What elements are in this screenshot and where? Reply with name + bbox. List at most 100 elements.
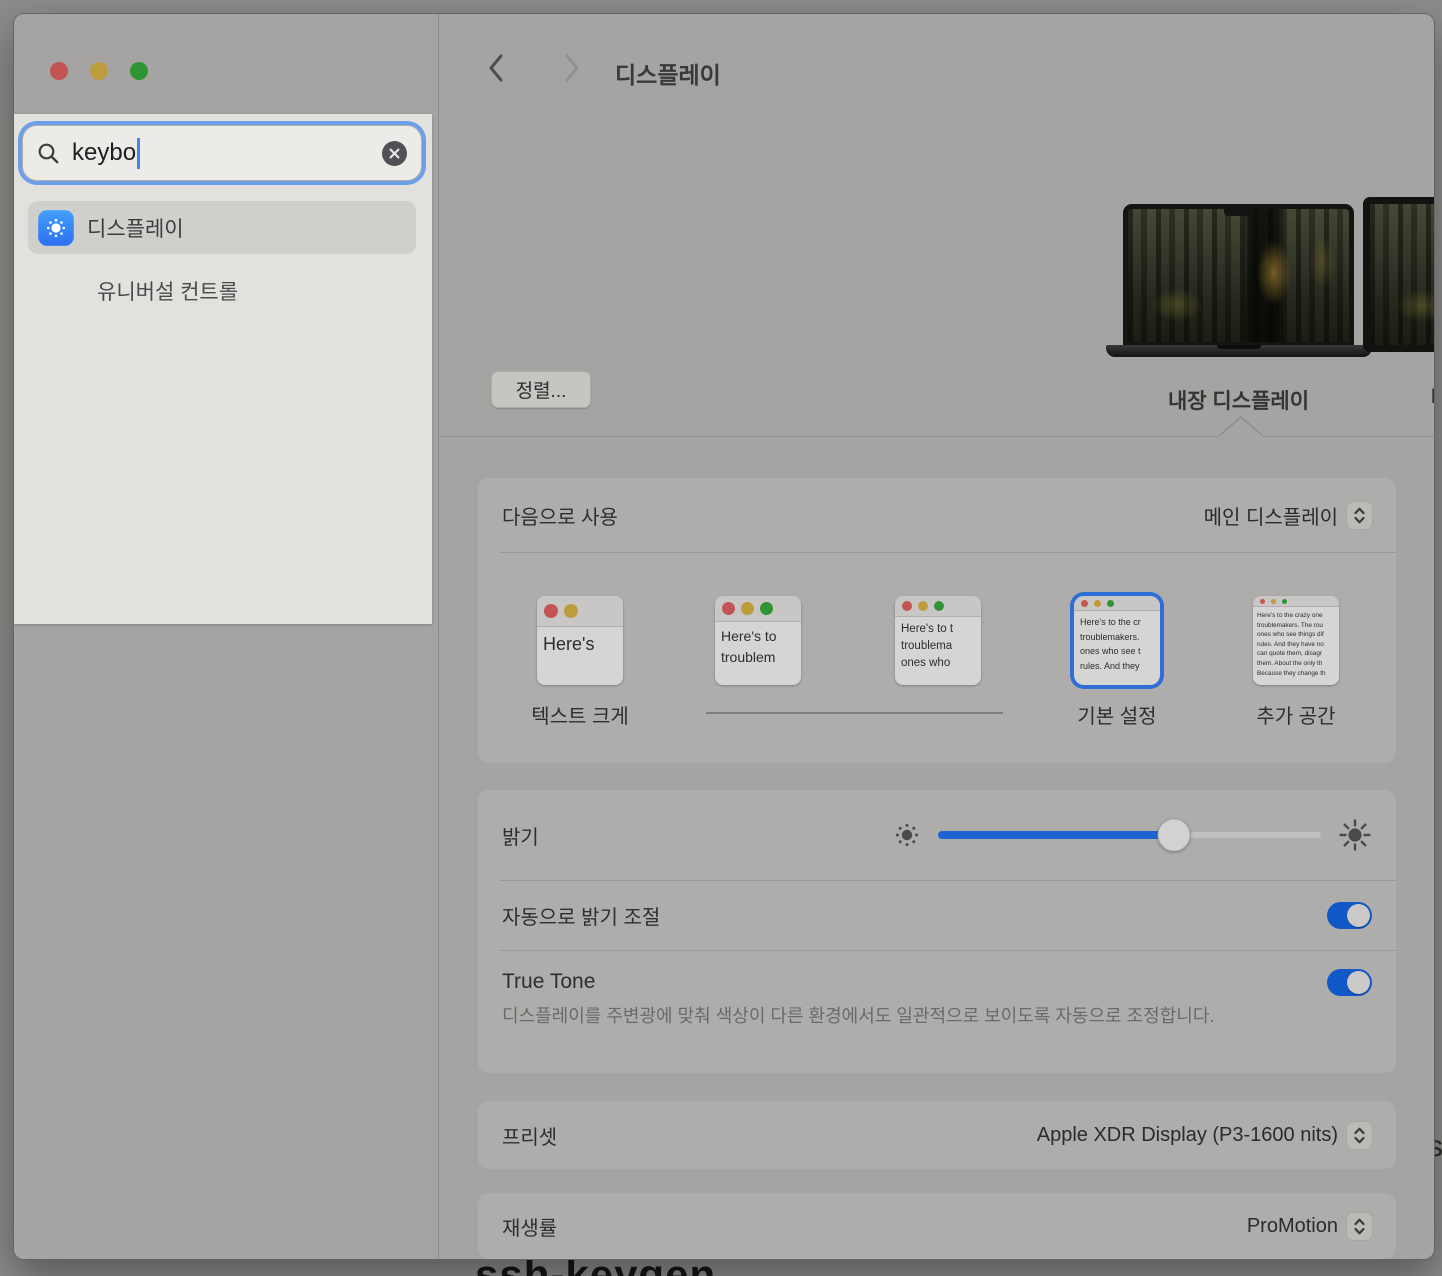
- brightness-high-icon: [1338, 818, 1372, 852]
- sidebar: keybo: [14, 14, 438, 1259]
- mini-traffic-yellow: [741, 602, 754, 615]
- preview-text: troublem: [721, 647, 801, 668]
- window-controls: [50, 62, 148, 80]
- preset-label: 프리셋: [502, 1121, 557, 1150]
- preview-text: Here's to the crazy one: [1257, 611, 1339, 621]
- forward-button[interactable]: [557, 52, 587, 84]
- preview-text: Because they change th: [1257, 669, 1339, 679]
- true-tone-toggle[interactable]: [1327, 969, 1372, 996]
- use-as-dropdown[interactable]: 메인 디스플레이: [1204, 501, 1372, 530]
- scaling-option-larger-text[interactable]: Here's: [537, 596, 623, 685]
- preview-text: them. About the only th: [1257, 659, 1339, 669]
- updown-chevron-icon: [1347, 1213, 1372, 1240]
- refresh-rate-dropdown[interactable]: ProMotion: [1247, 1213, 1372, 1240]
- mini-traffic-yellow: [1271, 599, 1276, 604]
- use-as-value: 메인 디스플레이: [1204, 501, 1338, 530]
- preset-value: Apple XDR Display (P3-1600 nits): [1037, 1124, 1338, 1147]
- mini-traffic-yellow: [918, 601, 928, 611]
- mini-traffic-red: [544, 604, 558, 618]
- result-label: 디스플레이: [87, 213, 184, 243]
- scaling-label-more-space: 추가 공간: [1236, 700, 1356, 729]
- true-tone-description: 디스플레이를 주변광에 맞춰 색상이 다른 환경에서도 일관적으로 보이도록 자…: [502, 1002, 1262, 1030]
- updown-chevron-icon: [1347, 1122, 1372, 1149]
- row-divider: [500, 552, 1396, 553]
- sidebar-item-displays[interactable]: 디스플레이: [28, 201, 416, 254]
- mini-traffic-green: [1107, 600, 1114, 607]
- page-title: 디스플레이: [615, 56, 721, 90]
- chevron-right-icon: [563, 53, 581, 83]
- mini-traffic-yellow: [564, 604, 578, 618]
- resolution-card: 다음으로 사용 메인 디스플레이: [478, 478, 1396, 763]
- arrange-displays-button[interactable]: 정렬...: [491, 371, 591, 408]
- close-window-button[interactable]: [50, 62, 68, 80]
- preview-text: rules. And they have no: [1257, 640, 1339, 650]
- preview-text: ones who see things dif: [1257, 630, 1339, 640]
- brightness-low-icon: [893, 821, 921, 849]
- scaling-option-default[interactable]: Here's to the cr troublemakers. ones who…: [1074, 596, 1160, 685]
- minimize-window-button[interactable]: [90, 62, 108, 80]
- system-settings-window: keybo: [13, 13, 1435, 1260]
- chevron-left-icon: [487, 53, 505, 83]
- preset-card: 프리셋 Apple XDR Display (P3-1600 nits): [478, 1101, 1396, 1169]
- preview-text: Here's: [543, 631, 623, 657]
- back-button[interactable]: [481, 52, 511, 84]
- true-tone-label: True Tone: [502, 970, 595, 994]
- result-label: 유니버설 컨트롤: [97, 276, 238, 306]
- preview-text: ones who see t: [1080, 644, 1160, 659]
- search-input[interactable]: keybo: [22, 125, 422, 181]
- mini-traffic-green: [1282, 599, 1287, 604]
- built-in-display-name: 내장 디스플레이: [1123, 385, 1354, 415]
- search-icon: [37, 142, 60, 165]
- selected-display-caret: [1219, 416, 1263, 437]
- section-divider: [439, 436, 1435, 437]
- display-brightness-icon: [38, 210, 74, 246]
- refresh-rate-value: ProMotion: [1247, 1215, 1338, 1238]
- mini-traffic-red: [1081, 600, 1088, 607]
- clear-x-icon: [389, 148, 400, 159]
- preview-text: troublema: [901, 638, 981, 655]
- external-display-name: LG HDR 4K: [1363, 385, 1435, 409]
- scaling-option-more-space[interactable]: Here's to the crazy one troublemakers. T…: [1253, 596, 1339, 685]
- preset-dropdown[interactable]: Apple XDR Display (P3-1600 nits): [1037, 1122, 1372, 1149]
- mini-traffic-yellow: [1094, 600, 1101, 607]
- scaling-option-2[interactable]: Here's to troublem: [715, 596, 801, 685]
- preview-text: ones who: [901, 655, 981, 672]
- mini-traffic-red: [1260, 599, 1265, 604]
- laptop-base: [1106, 345, 1372, 357]
- text-cursor: [137, 138, 140, 169]
- auto-brightness-toggle[interactable]: [1327, 902, 1372, 929]
- preview-text: Here's to t: [901, 621, 981, 638]
- preview-text: troublemakers.: [1080, 630, 1160, 645]
- preview-text: can quote them, disagr: [1257, 649, 1339, 659]
- brightness-label: 밝기: [502, 821, 539, 850]
- external-display-thumbnail[interactable]: [1363, 197, 1435, 352]
- scaling-label-larger-text: 텍스트 크게: [520, 700, 640, 729]
- preview-text: Here's to the cr: [1080, 615, 1160, 630]
- brightness-card: 밝기: [478, 790, 1396, 1073]
- brightness-fill: [938, 831, 1174, 839]
- mini-traffic-red: [902, 601, 912, 611]
- preview-text: rules. And they: [1080, 659, 1160, 674]
- updown-chevron-icon: [1347, 502, 1372, 529]
- search-query-text: keybo: [72, 139, 136, 167]
- scaling-option-3[interactable]: Here's to t troublema ones who: [895, 596, 981, 685]
- scaling-options-connector-line: [706, 712, 1003, 714]
- brightness-slider[interactable]: [937, 831, 1322, 839]
- zoom-window-button[interactable]: [130, 62, 148, 80]
- sidebar-item-universal-control[interactable]: 유니버설 컨트롤: [28, 264, 416, 317]
- toggle-knob: [1347, 971, 1370, 994]
- search-results-panel: keybo: [14, 114, 432, 624]
- use-as-label: 다음으로 사용: [502, 501, 618, 530]
- refresh-rate-label: 재생률: [502, 1212, 557, 1241]
- auto-brightness-label: 자동으로 밝기 조절: [502, 901, 660, 930]
- preview-text: troublemakers. The rou: [1257, 621, 1339, 631]
- mini-traffic-green: [934, 601, 944, 611]
- brightness-thumb[interactable]: [1157, 819, 1190, 852]
- preview-text: Here's to: [721, 626, 801, 647]
- mini-traffic-green: [760, 602, 773, 615]
- wallpaper-preview: [1370, 204, 1435, 345]
- wallpaper-preview: [1128, 209, 1349, 342]
- built-in-display-thumbnail[interactable]: [1123, 204, 1354, 347]
- laptop-notch: [1224, 209, 1254, 216]
- clear-search-button[interactable]: [382, 141, 407, 166]
